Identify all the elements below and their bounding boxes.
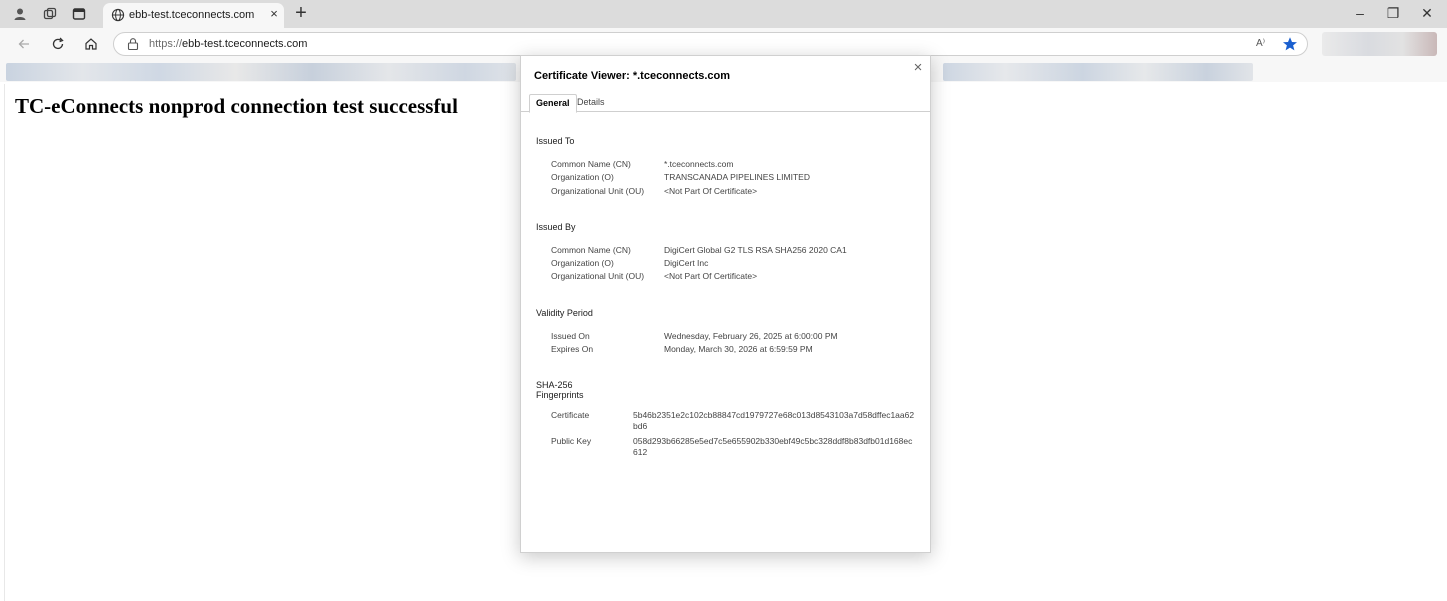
tab-title: ebb-test.tceconnects.com [129, 9, 255, 21]
dialog-tabs: General Details [521, 92, 930, 113]
address-bar[interactable]: https://ebb-test.tceconnects.com A⁾ [113, 32, 1308, 56]
favorites-blurred [6, 63, 516, 81]
certificate-viewer-dialog: Certificate Viewer: *.tceconnects.com × … [520, 55, 931, 553]
issued-on-value: Wednesday, February 26, 2025 at 6:00:00 … [664, 331, 838, 341]
refresh-icon[interactable] [48, 35, 68, 53]
dialog-close-button[interactable]: × [910, 60, 926, 76]
dialog-title: Certificate Viewer: *.tceconnects.com [534, 70, 731, 82]
tab-close-button[interactable]: × [266, 6, 282, 22]
profile-icon[interactable] [9, 4, 31, 24]
url-text: https://ebb-test.tceconnects.com [149, 38, 307, 50]
favorites-blurred-right [943, 63, 1253, 81]
issued-to-cn-label: Common Name (CN) [551, 159, 631, 169]
section-issued-by: Issued By [536, 222, 576, 232]
issued-to-ou-value: <Not Part Of Certificate> [664, 186, 758, 196]
site-info-icon[interactable] [126, 37, 140, 51]
restore-button[interactable]: ❐ [1383, 4, 1403, 22]
toolbar-extensions-blurred [1322, 32, 1437, 56]
page-heading: TC-eConnects nonprod connection test suc… [15, 94, 458, 118]
read-aloud-icon[interactable]: A⁾ [1256, 38, 1265, 49]
fingerprints-title-line2: Fingerprints [536, 390, 584, 400]
public-key-fingerprint-label: Public Key [551, 436, 592, 446]
issued-by-cn-label: Common Name (CN) [551, 245, 631, 255]
section-issued-to: Issued To [536, 136, 575, 146]
home-icon[interactable] [81, 35, 101, 53]
globe-icon [111, 8, 125, 22]
certificate-fingerprint-value: 5b46b2351e2c102cb88847cd1979727e68c013d8… [633, 410, 915, 431]
tab-details[interactable]: Details [571, 94, 611, 113]
section-validity-period: Validity Period [536, 308, 593, 318]
issued-by-ou-label: Organizational Unit (OU) [551, 271, 645, 281]
url-prefix: https:// [149, 38, 183, 50]
minimize-button[interactable]: – [1350, 4, 1370, 22]
issued-by-ou-value: <Not Part Of Certificate> [664, 271, 758, 281]
public-key-fingerprint-value: 058d293b66285e5ed7c5e655902b330ebf49c5bc… [633, 436, 913, 457]
favorite-star-icon[interactable] [1282, 36, 1298, 52]
new-tab-button[interactable]: + [290, 2, 312, 24]
issued-to-cn-value: *.tceconnects.com [664, 159, 734, 169]
workspaces-icon[interactable] [39, 4, 61, 24]
close-window-button[interactable]: ✕ [1417, 4, 1437, 22]
issued-to-o-value: TRANSCANADA PIPELINES LIMITED [664, 172, 810, 182]
issued-to-ou-label: Organizational Unit (OU) [551, 186, 645, 196]
tab-strip: ebb-test.tceconnects.com × + – ❐ ✕ [0, 0, 1447, 28]
browser-tab[interactable]: ebb-test.tceconnects.com × [103, 3, 284, 28]
issued-on-label: Issued On [551, 331, 590, 341]
url-host: ebb-test.tceconnects.com [182, 38, 308, 50]
expires-on-label: Expires On [551, 344, 594, 354]
section-fingerprints: SHA-256 Fingerprints [536, 380, 584, 400]
issued-by-o-label: Organization (O) [551, 258, 614, 268]
issued-by-cn-value: DigiCert Global G2 TLS RSA SHA256 2020 C… [664, 245, 847, 255]
issued-to-o-label: Organization (O) [551, 172, 614, 182]
expires-on-value: Monday, March 30, 2026 at 6:59:59 PM [664, 344, 813, 354]
tab-general[interactable]: General [529, 94, 577, 113]
certificate-fingerprint-label: Certificate [551, 410, 590, 420]
tab-actions-icon[interactable] [68, 4, 90, 24]
fingerprints-title-line1: SHA-256 [536, 380, 573, 390]
back-icon[interactable] [14, 35, 34, 53]
issued-by-o-value: DigiCert Inc [664, 258, 709, 268]
